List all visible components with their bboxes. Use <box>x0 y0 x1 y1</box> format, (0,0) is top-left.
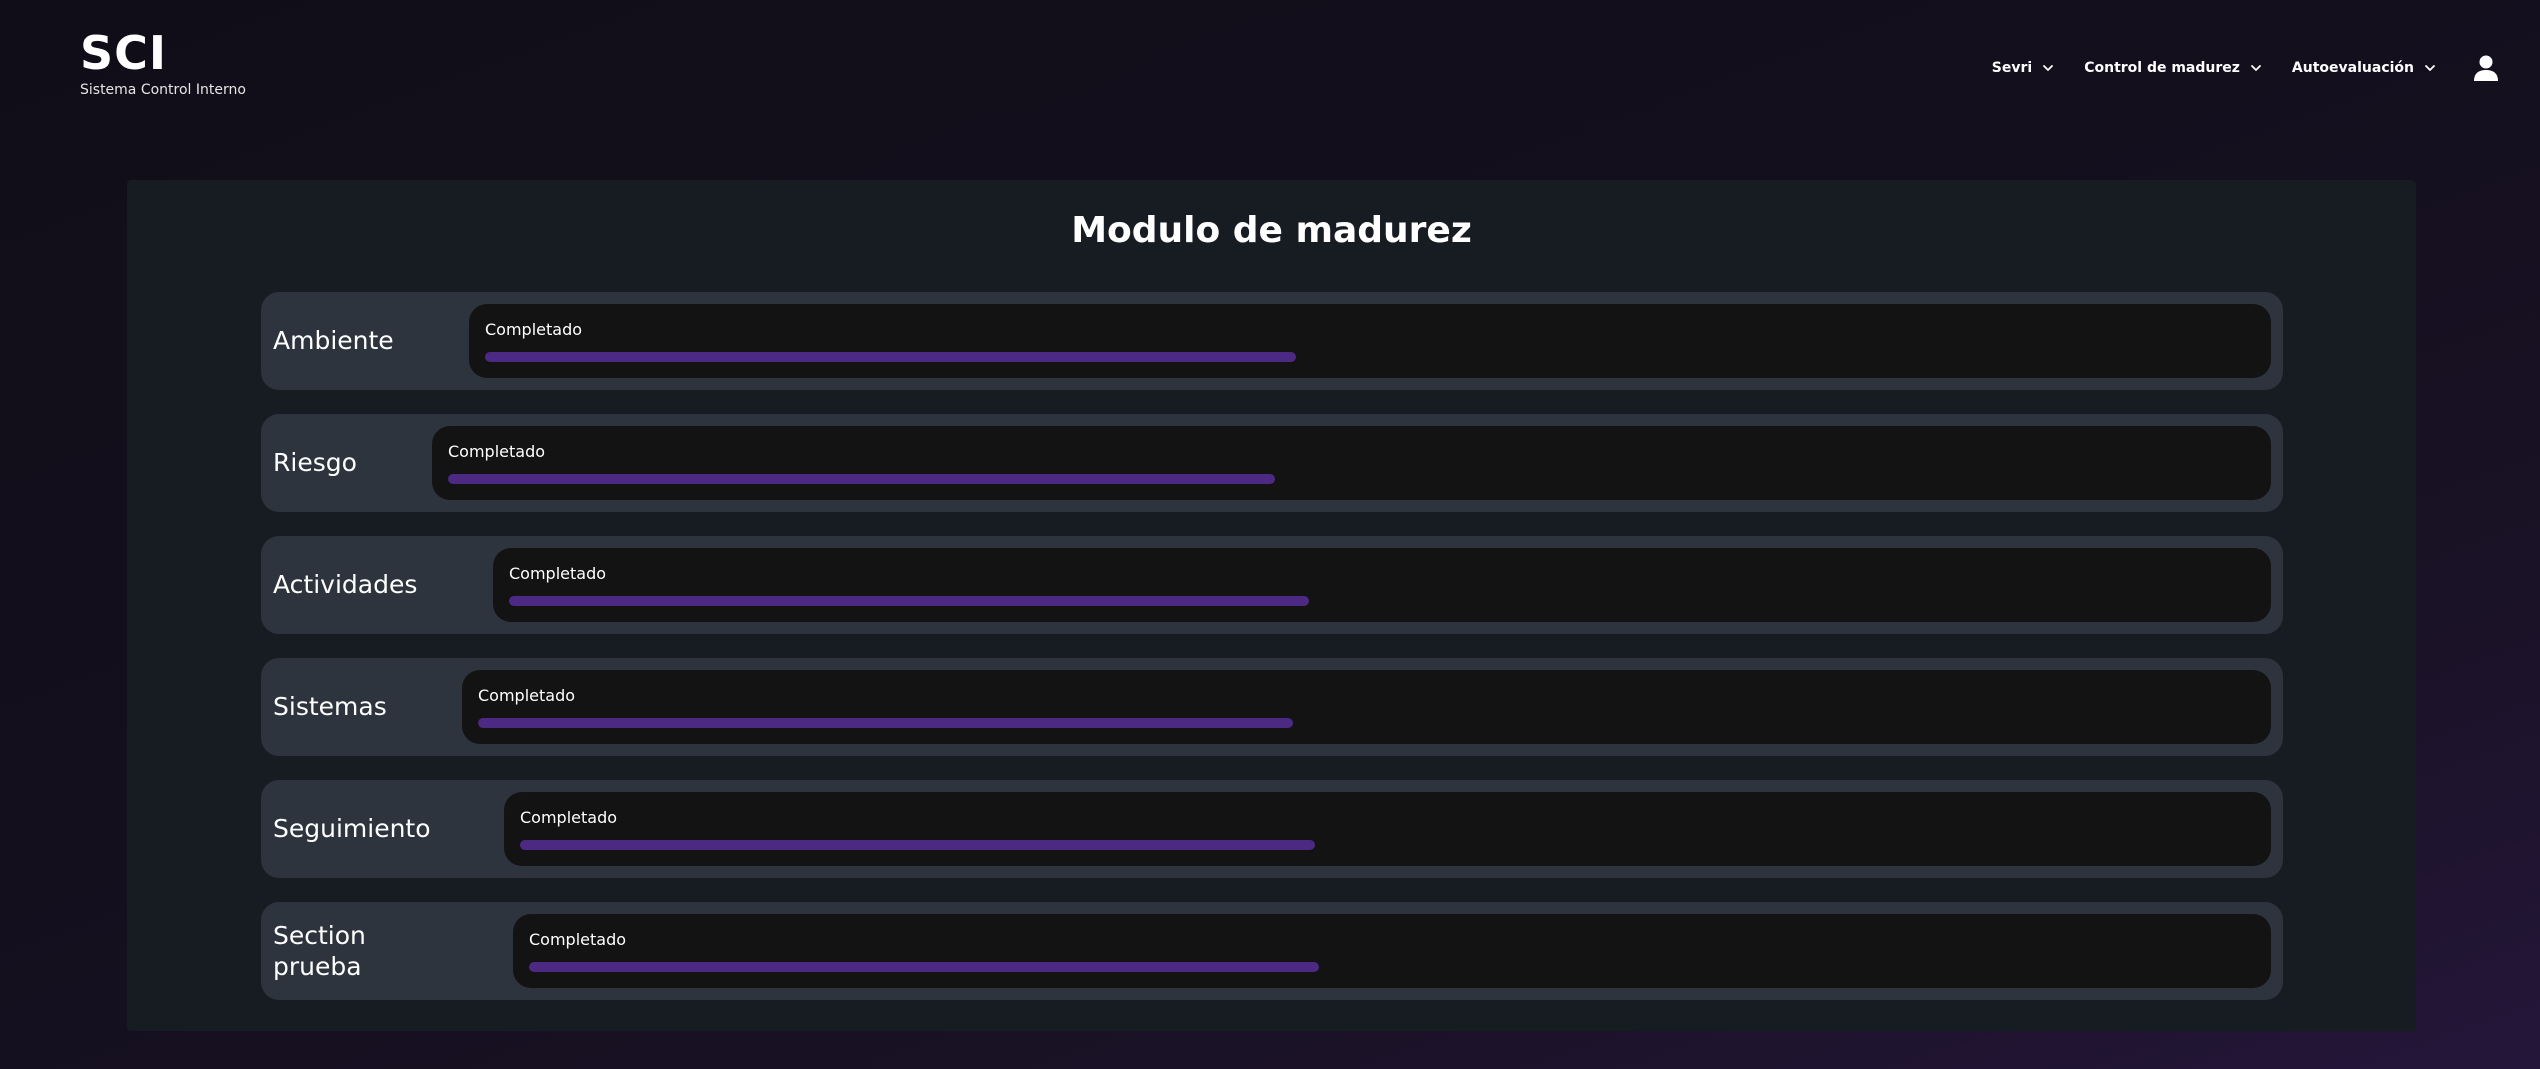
user-icon[interactable] <box>2472 54 2500 82</box>
progress-bar <box>485 352 1485 362</box>
progress-bar <box>448 474 1448 484</box>
brand-tagline: Sistema Control Interno <box>80 82 246 98</box>
section-row-riesgo[interactable]: Riesgo Completado <box>261 414 2283 512</box>
progress-card: Completado <box>513 914 2271 988</box>
progress-bar <box>520 840 1520 850</box>
section-label: Riesgo <box>273 448 357 478</box>
maturity-panel: Modulo de madurez Ambiente Completado Ri… <box>127 180 2416 1031</box>
nav-item-label: Autoevaluación <box>2291 60 2414 76</box>
status-label: Completado <box>509 564 607 583</box>
section-row-section-prueba[interactable]: Section prueba Completado <box>261 902 2283 1000</box>
progress-card: Completado <box>469 304 2271 378</box>
nav-item-sevri[interactable]: Sevri <box>1992 60 2054 76</box>
status-label: Completado <box>478 686 576 705</box>
progress-bar <box>509 596 1509 606</box>
section-label: Section prueba <box>273 920 366 981</box>
brand[interactable]: SCI Sistema Control Interno <box>80 30 246 98</box>
chevron-down-icon <box>2425 65 2435 71</box>
progress-fill <box>509 596 1309 606</box>
chevron-down-icon <box>2251 65 2261 71</box>
section-row-ambiente[interactable]: Ambiente Completado <box>261 292 2283 390</box>
section-label: Ambiente <box>273 326 394 356</box>
progress-card: Completado <box>432 426 2271 500</box>
status-label: Completado <box>485 320 583 339</box>
progress-fill <box>529 962 1319 972</box>
nav-item-autoevaluacion[interactable]: Autoevaluación <box>2292 60 2436 76</box>
chevron-down-icon <box>2043 65 2054 71</box>
section-label: Sistemas <box>273 692 387 722</box>
progress-fill <box>485 352 1296 362</box>
status-label: Completado <box>448 442 546 461</box>
section-row-seguimiento[interactable]: Seguimiento Completado <box>261 780 2283 878</box>
section-row-sistemas[interactable]: Sistemas Completado <box>261 658 2283 756</box>
brand-logo[interactable]: SCI <box>80 30 246 76</box>
status-label: Completado <box>520 808 618 827</box>
section-label: Actividades <box>273 570 418 600</box>
main-nav: Sevri Control de madurez Autoevaluación <box>1992 54 2500 82</box>
progress-bar <box>478 718 1478 728</box>
progress-fill <box>478 718 1293 728</box>
progress-fill <box>448 474 1275 484</box>
progress-card: Completado <box>504 792 2271 866</box>
progress-card: Completado <box>462 670 2271 744</box>
nav-item-control-de-madurez[interactable]: Control de madurez <box>2084 60 2262 76</box>
page-title: Modulo de madurez <box>1071 210 1472 251</box>
section-label: Seguimiento <box>273 814 431 844</box>
progress-fill <box>520 840 1315 850</box>
nav-item-label: Sevri <box>1991 60 2033 76</box>
progress-card: Completado <box>493 548 2271 622</box>
status-label: Completado <box>529 930 627 949</box>
progress-bar <box>529 962 1529 972</box>
nav-item-label: Control de madurez <box>2084 60 2240 76</box>
section-row-actividades[interactable]: Actividades Completado <box>261 536 2283 634</box>
